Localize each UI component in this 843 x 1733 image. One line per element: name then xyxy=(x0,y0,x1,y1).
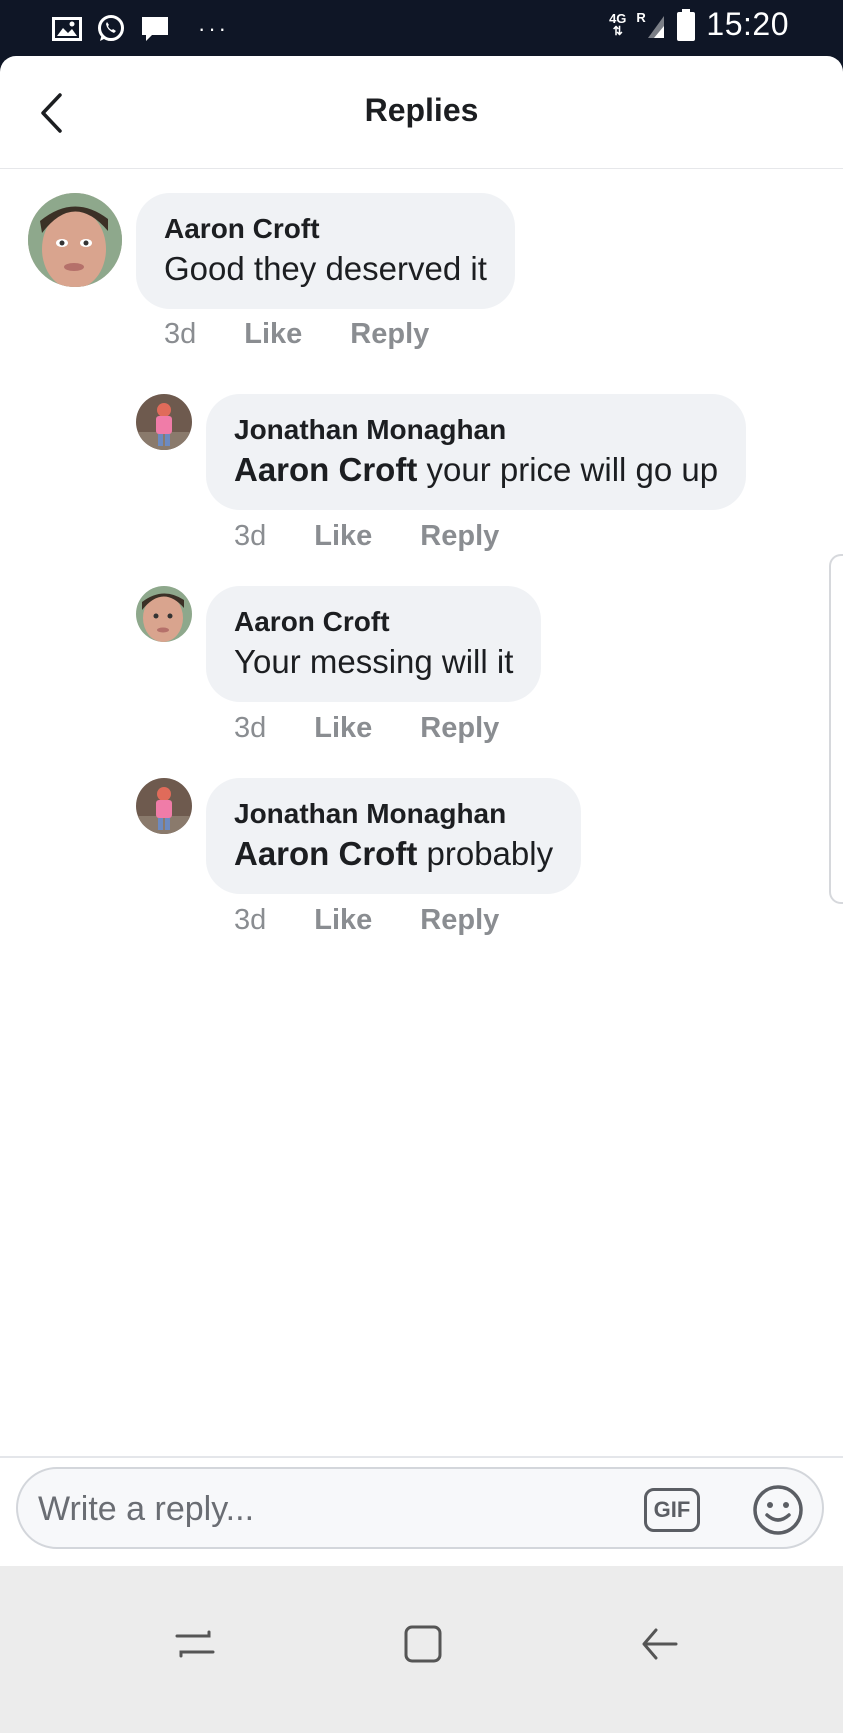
more-notifications-dots: ··· xyxy=(198,16,229,41)
comment-bubble[interactable]: Aaron Croft Good they deserved it xyxy=(136,193,515,309)
comment-text: Aaron Croft probably xyxy=(234,832,553,876)
comment-body: your price will go up xyxy=(417,451,719,488)
home-button[interactable] xyxy=(393,1614,453,1674)
avatar[interactable] xyxy=(28,193,122,287)
mention-link[interactable]: Aaron Croft xyxy=(234,835,417,872)
avatar[interactable] xyxy=(136,778,192,834)
status-bar: ··· 4G ⇅ R 15:20 xyxy=(0,0,843,56)
system-nav-bar xyxy=(0,1566,843,1733)
reply-button[interactable]: Reply xyxy=(420,712,499,745)
comment-author[interactable]: Jonathan Monaghan xyxy=(234,412,718,448)
reply-input-wrapper xyxy=(16,1467,824,1549)
comment-bubble[interactable]: Jonathan Monaghan Aaron Croft probably xyxy=(206,778,582,894)
notification-icons: ··· xyxy=(52,14,229,44)
comment-body: probably xyxy=(417,835,554,872)
recents-button[interactable] xyxy=(165,1614,225,1674)
whatsapp-icon xyxy=(98,15,124,41)
scroll-indicator[interactable] xyxy=(829,554,843,904)
message-icon xyxy=(142,17,168,41)
like-button[interactable]: Like xyxy=(314,904,372,937)
comment-time: 3d xyxy=(234,520,267,552)
emoji-icon xyxy=(753,1485,803,1535)
comment-actions: 3d Like Reply xyxy=(234,904,499,937)
page-title: Replies xyxy=(364,92,479,128)
avatar[interactable] xyxy=(136,586,192,642)
emoji-button[interactable] xyxy=(752,1484,804,1536)
comment-author[interactable]: Jonathan Monaghan xyxy=(234,796,553,832)
recents-icon xyxy=(175,1630,215,1658)
comment-author[interactable]: Aaron Croft xyxy=(234,604,513,640)
comment-text: Aaron Croft your price will go up xyxy=(234,448,718,492)
like-button[interactable]: Like xyxy=(314,520,372,553)
mention-link[interactable]: Aaron Croft xyxy=(234,451,417,488)
clock: 15:20 xyxy=(706,6,789,42)
network-label: 4G xyxy=(609,10,627,26)
header: Replies xyxy=(0,56,843,169)
comment-text: Good they deserved it xyxy=(164,247,487,291)
comment-actions: 3d Like Reply xyxy=(234,520,499,553)
network-type: 4G ⇅ xyxy=(609,10,627,38)
comment-bubble[interactable]: Jonathan Monaghan Aaron Croft your price… xyxy=(206,394,747,510)
comment-time: 3d xyxy=(234,712,267,744)
like-button[interactable]: Like xyxy=(244,318,302,351)
gallery-icon xyxy=(52,17,82,41)
back-arrow-icon xyxy=(642,1628,678,1660)
comment-bubble[interactable]: Aaron Croft Your messing will it xyxy=(206,586,542,702)
signal-icon: R xyxy=(636,8,666,42)
like-button[interactable]: Like xyxy=(314,712,372,745)
comment-actions: 3d Like Reply xyxy=(234,712,499,745)
comment-actions: 3d Like Reply xyxy=(164,318,429,351)
comment-time: 3d xyxy=(164,318,197,350)
reply-button[interactable]: Reply xyxy=(420,520,499,553)
back-nav-button[interactable] xyxy=(630,1614,690,1674)
status-indicators: 4G ⇅ R 15:20 xyxy=(609,6,789,43)
comment-time: 3d xyxy=(234,904,267,936)
reply-input[interactable] xyxy=(36,1483,640,1535)
comment-author[interactable]: Aaron Croft xyxy=(164,211,487,247)
reply-button[interactable]: Reply xyxy=(420,904,499,937)
comment-body: Your messing will it xyxy=(234,643,514,680)
comment-body: Good they deserved it xyxy=(164,250,487,287)
home-icon xyxy=(404,1625,442,1663)
gif-button[interactable]: GIF xyxy=(644,1488,700,1532)
reply-button[interactable]: Reply xyxy=(350,318,429,351)
battery-icon xyxy=(677,8,696,41)
avatar[interactable] xyxy=(136,394,192,450)
comment-text: Your messing will it xyxy=(234,640,513,684)
